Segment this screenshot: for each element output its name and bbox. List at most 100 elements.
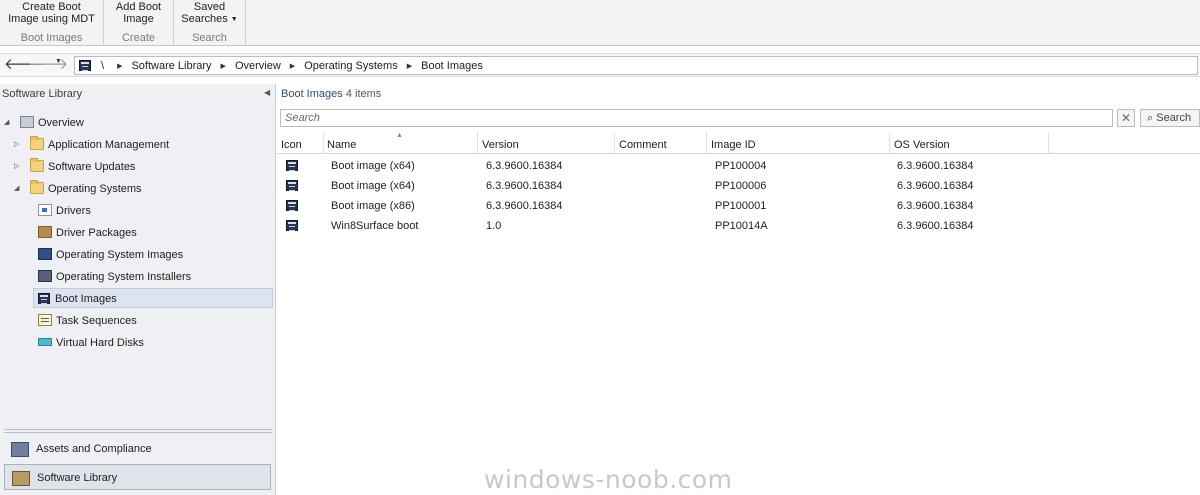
tree-item-drivers[interactable]: Drivers bbox=[38, 201, 91, 221]
create-boot-image-mdt-button[interactable]: Create Boot Image using MDT bbox=[8, 0, 95, 32]
tree-item-label: Overview bbox=[38, 117, 84, 129]
table-row[interactable]: Win8Surface boot 1.0 PP10014A 6.3.9600.1… bbox=[277, 216, 1200, 236]
tree-item-label: Application Management bbox=[48, 139, 170, 151]
add-boot-image-label-2: Image bbox=[123, 13, 154, 25]
cell-version: 6.3.9600.16384 bbox=[486, 200, 563, 212]
os-image-icon bbox=[38, 248, 52, 260]
tree-item-label: Operating Systems bbox=[48, 183, 142, 195]
workspace-software-library[interactable]: Software Library bbox=[4, 464, 271, 490]
search-icon: ⌕ bbox=[1147, 112, 1154, 124]
task-sequence-icon bbox=[38, 314, 52, 326]
tree-item-os-installers[interactable]: Operating System Installers bbox=[38, 267, 191, 287]
ribbon-group-label-search: Search bbox=[192, 32, 227, 44]
chevron-down-icon: ▼ bbox=[230, 16, 238, 23]
breadcrumb-operating-systems[interactable]: Operating Systems bbox=[304, 60, 398, 72]
forward-arrow-icon[interactable]: 🡒 bbox=[28, 56, 68, 75]
item-count: 4 items bbox=[345, 88, 382, 100]
collapsed-icon[interactable]: ▷ bbox=[14, 135, 19, 155]
breadcrumb-separator-icon[interactable]: ▶ bbox=[221, 62, 226, 70]
workspace-assets-and-compliance[interactable]: Assets and Compliance bbox=[4, 436, 271, 462]
tree-item-operating-systems[interactable]: ◢ Operating Systems bbox=[14, 179, 142, 199]
tree-item-os-images[interactable]: Operating System Images bbox=[38, 245, 183, 265]
add-boot-image-button[interactable]: Add Boot Image bbox=[116, 0, 161, 32]
saved-searches-button[interactable]: Saved Searches ▼ bbox=[181, 0, 237, 32]
tree-item-overview[interactable]: ◢ Overview bbox=[4, 113, 84, 133]
saved-searches-label-1: Saved bbox=[193, 1, 226, 13]
tree-item-driver-packages[interactable]: Driver Packages bbox=[38, 223, 137, 243]
cell-image-id: PP100001 bbox=[715, 200, 767, 212]
search-input[interactable]: Search bbox=[280, 109, 1113, 127]
cell-image-id: PP100006 bbox=[715, 180, 767, 192]
breadcrumb-separator-icon[interactable]: ▶ bbox=[117, 62, 122, 70]
boot-image-icon bbox=[38, 293, 50, 304]
breadcrumb-boot-images[interactable]: Boot Images bbox=[421, 60, 483, 72]
table-row[interactable]: Boot image (x64) 6.3.9600.16384 PP100004… bbox=[277, 156, 1200, 176]
cell-name: Win8Surface boot bbox=[331, 220, 419, 232]
virtual-disk-icon bbox=[38, 338, 52, 346]
back-arrow-icon[interactable]: 🡐 bbox=[4, 56, 44, 75]
overview-icon bbox=[20, 116, 34, 128]
watermark: windows-noob.com bbox=[484, 465, 733, 494]
cell-version: 6.3.9600.16384 bbox=[486, 180, 563, 192]
collapse-pane-icon[interactable]: ◀ bbox=[264, 88, 270, 97]
tree-item-virtual-hard-disks[interactable]: Virtual Hard Disks bbox=[38, 333, 144, 353]
package-icon bbox=[38, 226, 52, 238]
pane-splitter[interactable] bbox=[4, 429, 272, 433]
tree-item-application-management[interactable]: ▷ Application Management bbox=[14, 135, 169, 155]
row-icon-cell bbox=[282, 176, 298, 196]
column-header-icon[interactable]: Icon bbox=[277, 132, 324, 154]
search-button[interactable]: ⌕ Search bbox=[1140, 109, 1200, 127]
ribbon-group-search: Saved Searches ▼ Search bbox=[174, 0, 246, 46]
tree-item-software-updates[interactable]: ▷ Software Updates bbox=[14, 157, 135, 177]
tree-item-boot-images[interactable]: Boot Images bbox=[33, 288, 273, 308]
breadcrumb-software-library[interactable]: Software Library bbox=[131, 60, 211, 72]
folder-icon bbox=[30, 136, 44, 150]
clear-search-icon[interactable]: ✕ bbox=[1117, 109, 1135, 127]
row-icon-cell bbox=[282, 216, 298, 236]
navigation-pane: Software Library ◀ ◢ Overview ▷ Applicat… bbox=[0, 84, 276, 495]
tree-item-label: Drivers bbox=[56, 205, 91, 217]
folder-icon bbox=[30, 180, 44, 194]
boot-image-icon bbox=[286, 160, 298, 171]
cell-comment bbox=[619, 176, 623, 196]
tree-item-label: Operating System Installers bbox=[56, 271, 192, 283]
history-dropdown-icon[interactable]: ▼ bbox=[55, 58, 62, 65]
driver-icon bbox=[38, 204, 52, 216]
breadcrumb-separator-icon[interactable]: ▶ bbox=[407, 62, 412, 70]
expanded-icon[interactable]: ◢ bbox=[14, 179, 19, 199]
row-icon-cell bbox=[282, 196, 298, 216]
table-row[interactable]: Boot image (x64) 6.3.9600.16384 PP100006… bbox=[277, 176, 1200, 196]
table-row[interactable]: Boot image (x86) 6.3.9600.16384 PP100001… bbox=[277, 196, 1200, 216]
ribbon-group-label-create: Create bbox=[121, 32, 156, 44]
console-icon bbox=[79, 60, 91, 71]
list-title-text: Boot Images bbox=[281, 88, 343, 100]
column-header-image-id[interactable]: Image ID bbox=[707, 132, 890, 154]
column-header-row: Icon Name Version Comment Image ID OS Ve… bbox=[277, 132, 1200, 154]
breadcrumb-overview[interactable]: Overview bbox=[235, 60, 281, 72]
cell-image-id: PP10014A bbox=[715, 220, 768, 232]
address-bar: 🡐 🡒 ▼ \ ▶ Software Library ▶ Overview ▶ … bbox=[0, 53, 1200, 77]
cell-os-version: 6.3.9600.16384 bbox=[897, 160, 974, 172]
create-boot-image-mdt-label-1: Create Boot bbox=[22, 1, 81, 13]
tree-item-label: Software Updates bbox=[48, 161, 136, 173]
row-icon-cell bbox=[282, 156, 298, 176]
ribbon-group-label-boot-images: Boot Images bbox=[20, 32, 83, 44]
saved-searches-label-2: Searches bbox=[181, 13, 228, 25]
tree-item-task-sequences[interactable]: Task Sequences bbox=[38, 311, 137, 331]
breadcrumb-separator-icon[interactable]: ▶ bbox=[290, 62, 295, 70]
collapsed-icon[interactable]: ▷ bbox=[14, 157, 19, 177]
os-installer-icon bbox=[38, 270, 52, 282]
breadcrumb-root[interactable]: \ bbox=[101, 60, 104, 72]
cell-comment bbox=[619, 156, 623, 176]
boot-image-icon bbox=[286, 220, 298, 231]
ribbon-group-create: Add Boot Image Create bbox=[104, 0, 174, 46]
column-header-version[interactable]: Version bbox=[478, 132, 615, 154]
column-header-comment[interactable]: Comment bbox=[615, 132, 707, 154]
sort-ascending-icon: ▲ bbox=[396, 132, 403, 139]
cell-name: Boot image (x86) bbox=[331, 200, 415, 212]
cell-image-id: PP100004 bbox=[715, 160, 767, 172]
boot-image-icon bbox=[286, 180, 298, 191]
expanded-icon[interactable]: ◢ bbox=[4, 113, 9, 133]
column-header-os-version[interactable]: OS Version bbox=[890, 132, 1049, 154]
tree-item-label: Boot Images bbox=[55, 293, 117, 305]
